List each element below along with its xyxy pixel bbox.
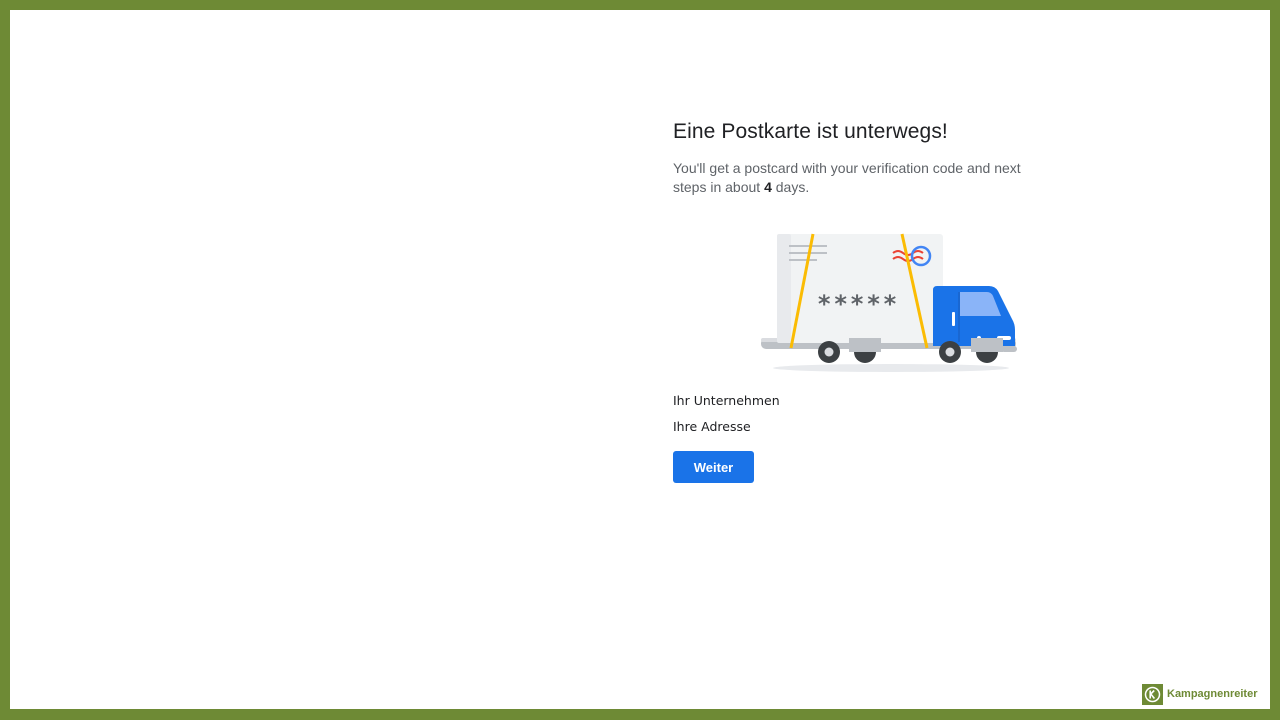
subtitle-text: You'll get a postcard with your verifica… — [673, 160, 1021, 195]
brand-k-icon — [1144, 686, 1161, 702]
subtitle-text-end: days. — [771, 179, 810, 195]
next-button[interactable]: Weiter — [673, 451, 754, 483]
wheel-cover — [849, 338, 881, 352]
brand-watermark: Kampagnenreiter — [1142, 683, 1257, 705]
truck-door-line — [958, 292, 960, 342]
wheel-cover — [971, 338, 1003, 352]
postcard-box-side — [777, 234, 791, 343]
page-subtitle: You'll get a postcard with your verifica… — [673, 159, 1043, 197]
business-name: Ihr Unternehmen — [673, 393, 780, 408]
postcard-line — [789, 259, 817, 261]
business-address: Ihre Adresse — [673, 419, 751, 434]
postcard-code: ***** — [817, 290, 899, 318]
truck-door-handle — [952, 312, 955, 326]
wheel-hub — [945, 347, 955, 357]
wheel-hub — [824, 347, 834, 357]
page-title: Eine Postkarte ist unterwegs! — [673, 120, 948, 143]
brand-name: Kampagnenreiter — [1167, 688, 1258, 700]
ground-shadow — [773, 364, 1009, 372]
delivery-truck-illustration: ***** — [761, 233, 1017, 372]
truck-bumper — [1001, 346, 1017, 352]
subtitle-days: 4 — [764, 179, 772, 195]
postcard-line — [789, 245, 827, 247]
verification-content: Eine Postkarte ist unterwegs! You'll get… — [673, 120, 1053, 483]
page-frame: Eine Postkarte ist unterwegs! You'll get… — [10, 10, 1270, 709]
brand-logo-icon — [1142, 683, 1163, 705]
